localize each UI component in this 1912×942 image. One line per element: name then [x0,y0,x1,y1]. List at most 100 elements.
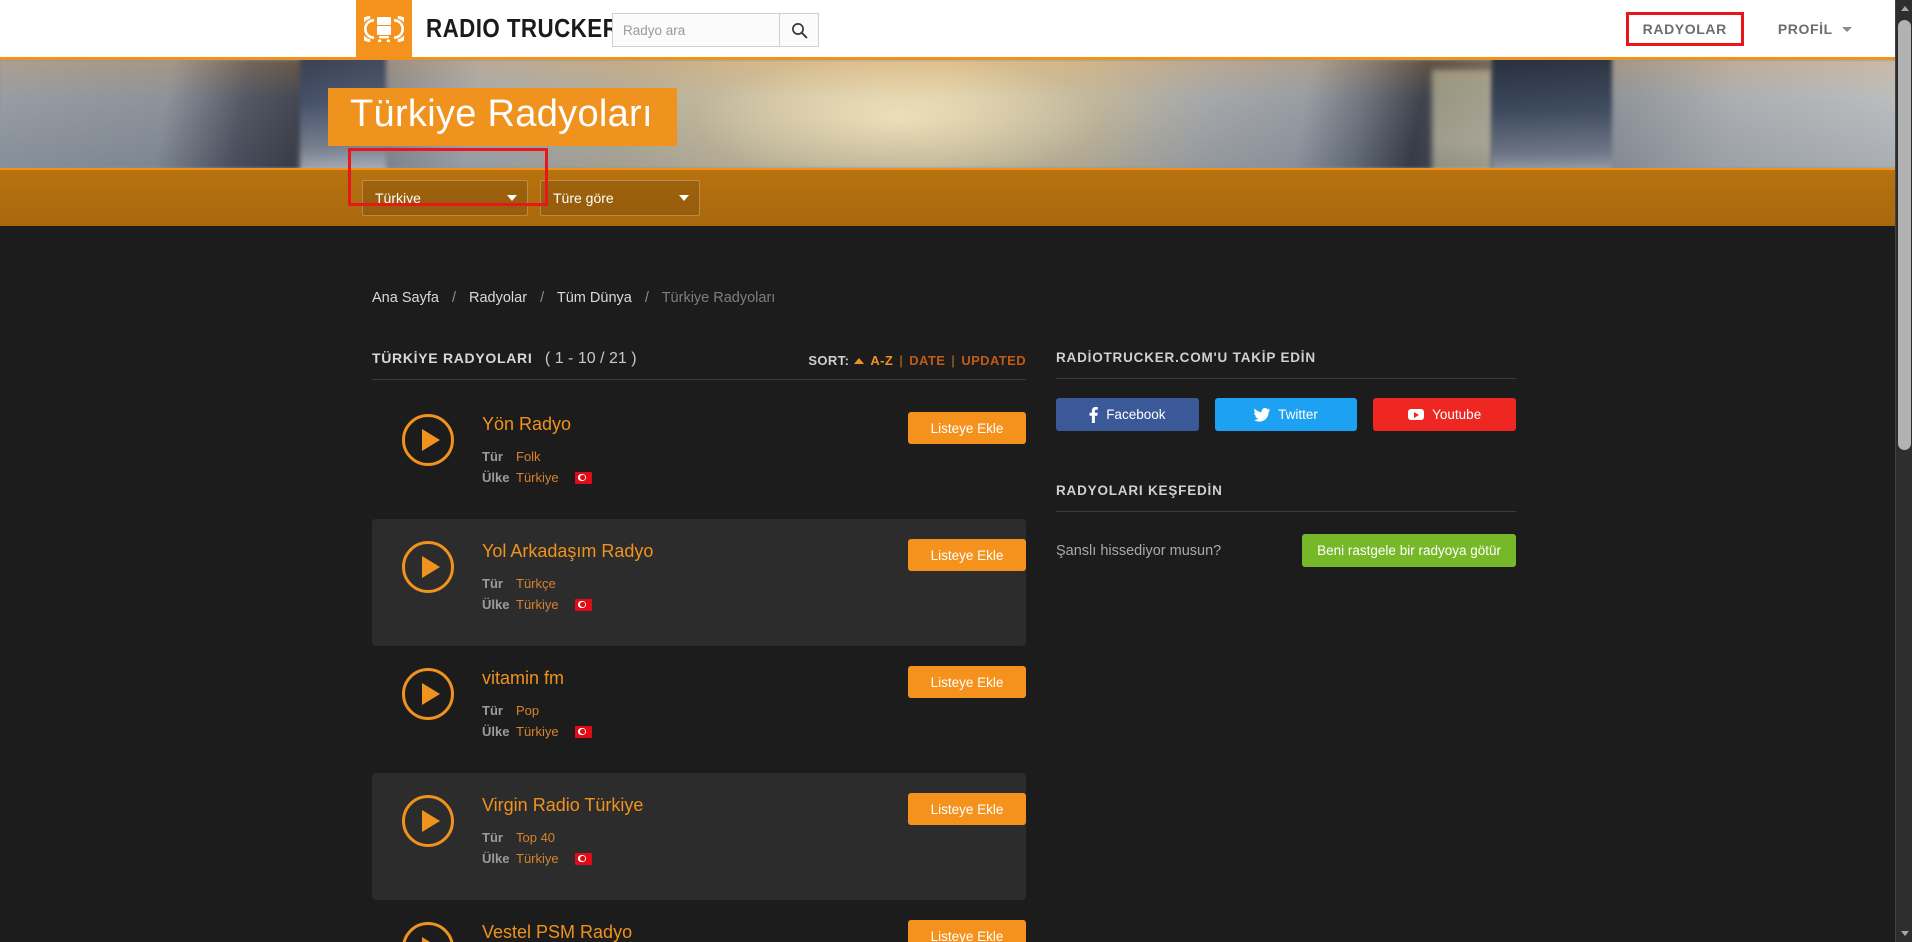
discover-prompt: Şanslı hissediyor musun? [1056,542,1222,559]
sort-divider: | [951,353,956,368]
station-country-row: Ülke Türkiye [482,848,643,869]
search-icon [791,22,807,38]
facebook-label: Facebook [1106,407,1166,422]
scroll-up-arrow[interactable] [1896,0,1912,17]
logo-wordmark: RADIO TRUCKER [426,13,620,43]
station-card: Virgin Radio Türkiye Tür Top 40 Ülke Tür… [372,773,1026,900]
scrollbar-thumb[interactable] [1898,20,1911,450]
genre-value[interactable]: Folk [516,446,541,467]
station-name[interactable]: Virgin Radio Türkiye [482,795,643,817]
country-value[interactable]: Türkiye [516,467,559,488]
station-card: Vestel PSM Radyo Tür Rock Ülke Türkiye [372,900,1026,942]
station-name[interactable]: Yön Radyo [482,414,592,436]
station-name[interactable]: Vestel PSM Radyo [482,922,632,942]
add-to-list-button[interactable]: Listeye Ekle [908,920,1026,942]
country-label: Ülke [482,597,510,613]
play-button[interactable] [402,922,454,942]
nav-item-profil[interactable]: PROFİL [1766,12,1864,46]
breadcrumb-separator: / [451,290,456,306]
search-button[interactable] [779,13,819,47]
search-box[interactable] [612,13,819,47]
sort-controls: SORT: A-Z | DATE | UPDATED [808,353,1026,368]
follow-us-title: RADİOTRUCKER.COM'U TAKİP EDİN [1056,350,1516,379]
play-button[interactable] [402,668,454,720]
genre-value[interactable]: Top 40 [516,827,555,848]
station-genre-row: Tür Pop [482,700,592,721]
facebook-icon [1089,406,1098,423]
sort-option-az[interactable]: A-Z [870,353,893,368]
play-button[interactable] [402,541,454,593]
youtube-icon [1408,409,1425,420]
filter-bar: Türkiye Türe göre [0,148,1912,226]
genre-filter-value: Türe göre [553,190,614,206]
genre-value[interactable]: Pop [516,700,539,721]
site-logo[interactable]: RADIO TRUCKER [356,0,651,57]
genre-label: Tür [482,448,503,464]
youtube-label: Youtube [1432,407,1482,422]
nav-item-radyolar-label: RADYOLAR [1642,20,1727,37]
nav-item-radyolar[interactable]: RADYOLAR [1625,11,1744,46]
station-name[interactable]: vitamin fm [482,668,592,690]
play-icon [421,556,440,578]
genre-label: Tür [482,575,503,591]
station-name[interactable]: Yol Arkadaşım Radyo [482,541,653,563]
discover-row: Şanslı hissediyor musun? Beni rastgele b… [1056,534,1516,567]
station-list: Yön Radyo Tür Folk Ülke Türkiye Listeye … [372,392,1026,942]
nav-item-profil-label: PROFİL [1777,20,1833,37]
youtube-button[interactable]: Youtube [1373,398,1517,431]
add-to-list-button[interactable]: Listeye Ekle [908,539,1026,571]
station-info: Virgin Radio Türkiye Tür Top 40 Ülke Tür… [482,793,643,869]
play-icon [421,429,440,451]
hero-banner: Türkiye Radyoları [0,60,1912,168]
scroll-down-arrow[interactable] [1896,925,1912,942]
turkey-flag-icon [574,852,592,865]
page-scrollbar[interactable] [1895,0,1912,942]
breadcrumb-item-home[interactable]: Ana Sayfa [372,290,439,306]
country-filter-select[interactable]: Türkiye [362,180,528,216]
genre-label: Tür [482,702,503,718]
sort-divider: | [899,353,904,368]
hero-truck-right [1492,60,1612,168]
breadcrumb-separator: / [644,290,649,306]
chevron-down-icon [507,195,517,201]
sort-ascending-icon[interactable] [854,357,865,364]
search-input[interactable] [612,13,779,47]
add-to-list-button[interactable]: Listeye Ekle [908,793,1026,825]
genre-filter-select[interactable]: Türe göre [540,180,700,216]
country-value[interactable]: Türkiye [516,848,559,869]
breadcrumb-separator: / [540,290,545,306]
genre-label: Tür [482,829,503,845]
sort-option-updated[interactable]: UPDATED [961,353,1026,368]
main-navigation: RADYOLAR PROFİL [1625,0,1864,57]
breadcrumb: Ana Sayfa / Radyolar / Tüm Dünya / Türki… [372,290,1516,306]
add-to-list-button[interactable]: Listeye Ekle [908,666,1026,698]
breadcrumb-item-world[interactable]: Tüm Dünya [557,290,632,306]
listing-count: ( 1 - 10 / 21 ) [544,350,637,367]
turkey-flag-icon [574,598,592,611]
country-value[interactable]: Türkiye [516,721,559,742]
play-button[interactable] [402,795,454,847]
add-to-list-button[interactable]: Listeye Ekle [908,412,1026,444]
twitter-button[interactable]: Twitter [1214,398,1358,431]
play-button[interactable] [402,414,454,466]
breadcrumb-item-radios[interactable]: Radyolar [469,290,527,306]
sidebar-column: RADİOTRUCKER.COM'U TAKİP EDİN Facebook T… [1056,350,1517,942]
turkey-flag-icon [574,725,592,738]
discover-title: RADYOLARI KEŞFEDİN [1056,483,1516,512]
chevron-down-icon [679,195,689,201]
play-icon [421,937,440,942]
listing-title: TÜRKİYE RADYOLARI [372,350,533,366]
station-genre-row: Tür Türkçe [482,573,653,594]
country-filter-value: Türkiye [375,190,421,206]
sort-option-date[interactable]: DATE [909,353,945,368]
social-buttons: Facebook Twitter Youtube [1056,398,1517,431]
country-value[interactable]: Türkiye [516,594,559,615]
station-card: vitamin fm Tür Pop Ülke Türkiye Listeye … [372,646,1026,773]
listing-header: TÜRKİYE RADYOLARI ( 1 - 10 / 21 ) SORT: … [372,350,1026,380]
random-radio-button[interactable]: Beni rastgele bir radyoya götür [1302,534,1516,567]
station-genre-row: Tür Folk [482,446,592,467]
genre-value[interactable]: Türkçe [516,573,556,594]
facebook-button[interactable]: Facebook [1056,398,1199,431]
station-info: vitamin fm Tür Pop Ülke Türkiye [482,666,592,742]
hero-truck-mid [1432,70,1492,168]
